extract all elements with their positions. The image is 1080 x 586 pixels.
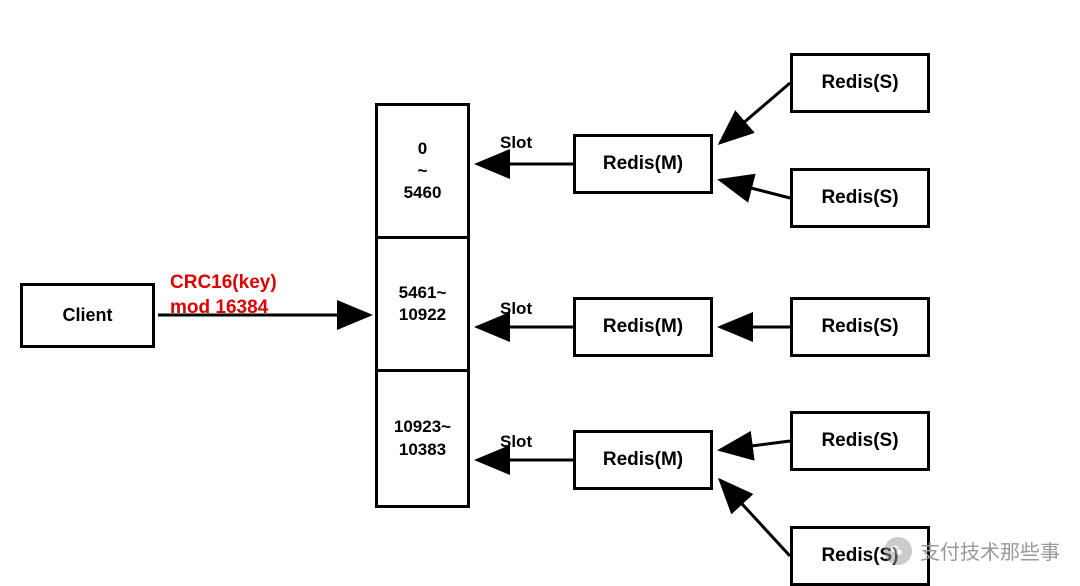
watermark: 支付技术那些事 <box>884 536 1060 565</box>
client-box: Client <box>20 283 155 348</box>
slot0-line2: ~ <box>418 160 428 182</box>
slot-cell-2: 10923~ 10383 <box>378 372 467 505</box>
master-box-1: Redis(M) <box>573 297 713 357</box>
slave-box-1: Redis(S) <box>790 168 930 228</box>
slot0-line1: 0 <box>418 138 427 160</box>
master-box-0: Redis(M) <box>573 134 713 194</box>
hash-line2: mod 16384 <box>170 296 277 321</box>
slot0-line3: 5460 <box>404 182 442 204</box>
slave1-label: Redis(S) <box>821 187 898 209</box>
wechat-icon <box>884 537 912 565</box>
slave3-label: Redis(S) <box>821 430 898 452</box>
slot1-line1: 5461~ <box>399 282 447 304</box>
watermark-text: 支付技术那些事 <box>920 536 1060 565</box>
slot-label-0: Slot <box>500 133 532 153</box>
slot2-line1: 10923~ <box>394 416 451 438</box>
client-label: Client <box>62 305 112 326</box>
slot-label-2: Slot <box>500 432 532 452</box>
slave2-label: Redis(S) <box>821 316 898 338</box>
slot-container: 0 ~ 5460 5461~ 10922 10923~ 10383 <box>375 103 470 508</box>
slot2-line2: 10383 <box>399 439 446 461</box>
slot-cell-1: 5461~ 10922 <box>378 239 467 372</box>
slot1-line2: 10922 <box>399 304 446 326</box>
master-box-2: Redis(M) <box>573 430 713 490</box>
slave-box-0: Redis(S) <box>790 53 930 113</box>
master2-label: Redis(M) <box>603 449 683 471</box>
slot-cell-0: 0 ~ 5460 <box>378 106 467 239</box>
slot-label-1: Slot <box>500 299 532 319</box>
master1-label: Redis(M) <box>603 316 683 338</box>
slave-box-2: Redis(S) <box>790 297 930 357</box>
hash-line1: CRC16(key) <box>170 271 277 296</box>
master0-label: Redis(M) <box>603 153 683 175</box>
slave0-label: Redis(S) <box>821 72 898 94</box>
hash-label: CRC16(key) mod 16384 <box>170 271 277 320</box>
slave-box-3: Redis(S) <box>790 411 930 471</box>
